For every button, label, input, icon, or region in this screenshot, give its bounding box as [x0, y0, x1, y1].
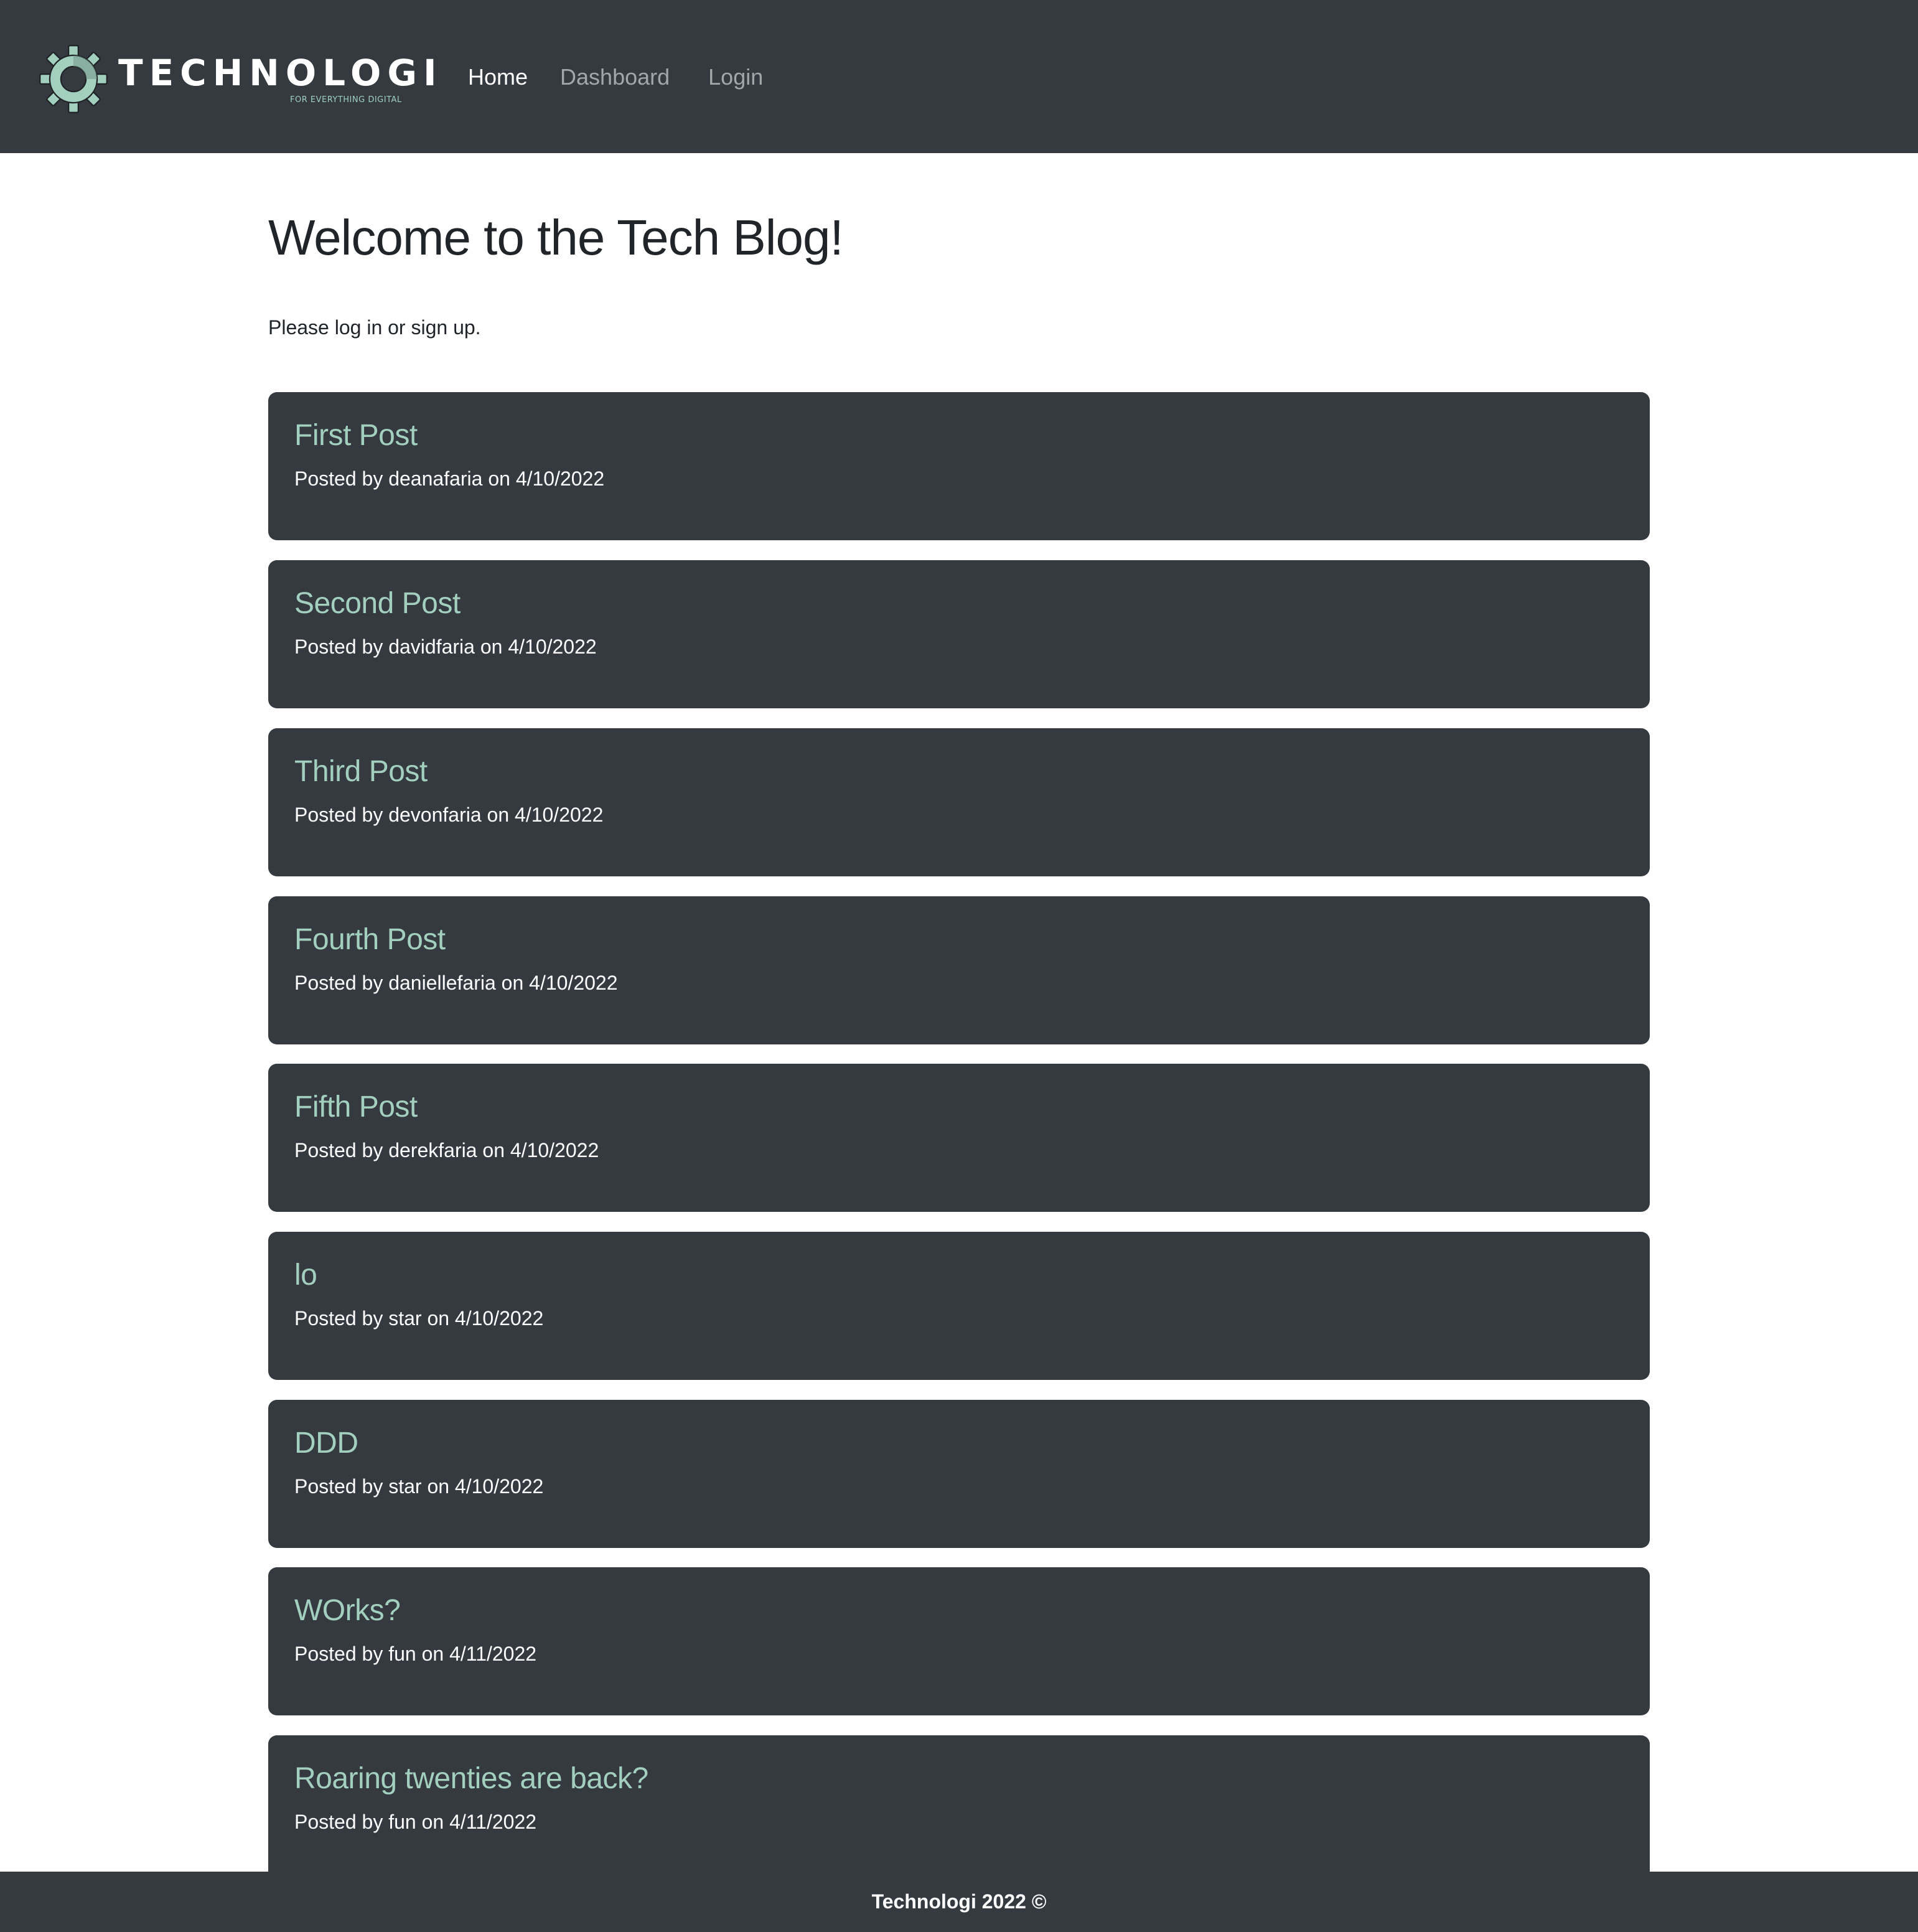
- page-title: Welcome to the Tech Blog!: [268, 210, 844, 265]
- post-meta: Posted by fun on 4/11/2022: [294, 1811, 537, 1833]
- footer: Technologi 2022 ©: [0, 1872, 1918, 1932]
- post-title[interactable]: Fifth Post: [294, 1089, 418, 1126]
- post-card[interactable]: Roaring twenties are back? Posted by fun…: [268, 1735, 1650, 1883]
- post-title[interactable]: First Post: [294, 417, 418, 454]
- post-meta: Posted by star on 4/10/2022: [294, 1475, 544, 1498]
- post-meta: Posted by star on 4/10/2022: [294, 1307, 544, 1329]
- brand-tagline: FOR EVERYTHING DIGITAL: [290, 95, 402, 105]
- navbar: TECHNOLOGI FOR EVERYTHING DIGITAL Home D…: [0, 0, 1918, 153]
- post-meta: Posted by fun on 4/11/2022: [294, 1643, 537, 1665]
- brand-logo-link[interactable]: TECHNOLOGI FOR EVERYTHING DIGITAL: [39, 44, 437, 115]
- post-title[interactable]: Fourth Post: [294, 921, 446, 959]
- post-card[interactable]: WOrks? Posted by fun on 4/11/2022: [268, 1567, 1650, 1715]
- nav-link-login[interactable]: Login: [708, 61, 763, 93]
- gear-logo-icon: [39, 45, 108, 113]
- post-card[interactable]: DDD Posted by star on 4/10/2022: [268, 1400, 1650, 1548]
- post-meta: Posted by davidfaria on 4/10/2022: [294, 635, 597, 658]
- post-card[interactable]: Fifth Post Posted by derekfaria on 4/10/…: [268, 1064, 1650, 1212]
- post-meta: Posted by daniellefaria on 4/10/2022: [294, 972, 618, 994]
- post-card[interactable]: First Post Posted by deanafaria on 4/10/…: [268, 392, 1650, 540]
- post-title[interactable]: WOrks?: [294, 1592, 401, 1630]
- post-card[interactable]: Fourth Post Posted by daniellefaria on 4…: [268, 896, 1650, 1044]
- footer-copyright: Technologi 2022 ©: [871, 1890, 1047, 1913]
- post-card[interactable]: Third Post Posted by devonfaria on 4/10/…: [268, 728, 1650, 876]
- post-title[interactable]: Third Post: [294, 753, 428, 790]
- post-meta: Posted by devonfaria on 4/10/2022: [294, 804, 604, 826]
- post-title[interactable]: lo: [294, 1257, 317, 1294]
- post-card[interactable]: Second Post Posted by davidfaria on 4/10…: [268, 560, 1650, 708]
- post-title[interactable]: Roaring twenties are back?: [294, 1760, 648, 1798]
- post-meta: Posted by deanafaria on 4/10/2022: [294, 467, 605, 490]
- brand-name: TECHNOLOGI: [118, 52, 443, 94]
- post-title[interactable]: DDD: [294, 1425, 358, 1462]
- post-title[interactable]: Second Post: [294, 585, 461, 622]
- post-card[interactable]: lo Posted by star on 4/10/2022: [268, 1232, 1650, 1380]
- nav-link-dashboard[interactable]: Dashboard: [560, 61, 670, 93]
- page-subtitle: Please log in or sign up.: [268, 316, 481, 339]
- nav-links: Home Dashboard Login: [468, 61, 763, 93]
- nav-link-home[interactable]: Home: [468, 61, 528, 93]
- post-meta: Posted by derekfaria on 4/10/2022: [294, 1139, 599, 1161]
